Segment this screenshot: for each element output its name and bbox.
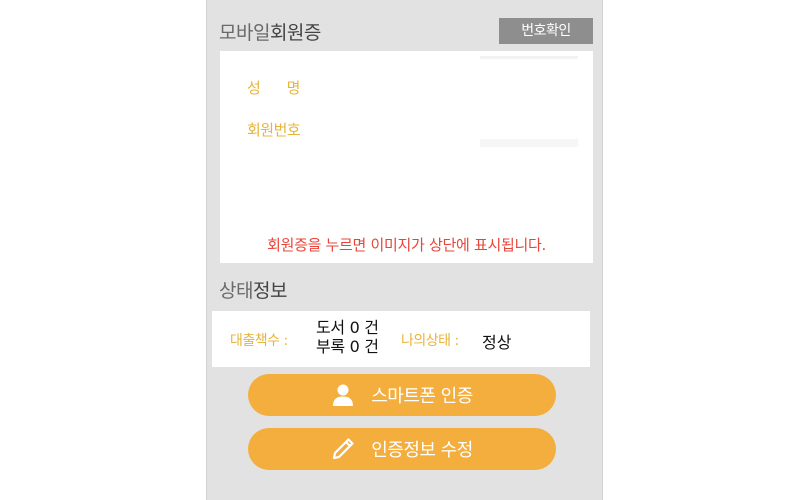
member-card[interactable]: 성 명 회원번호 회원증을 누르면 이미지가 상단에 표시됩니다. [220,51,593,263]
my-status-value: 정상 [482,333,512,352]
my-status-label: 나의상태 : [401,333,459,349]
title-light: 상태 [219,280,253,302]
card-notice: 회원증을 누르면 이미지가 상단에 표시됩니다. [267,236,546,254]
number-check-button[interactable]: 번호확인 [499,18,593,44]
member-card-panel: 모바일회원증 번호확인 성 명 회원번호 회원증을 누르면 이미지가 상단에 표… [206,0,603,500]
member-number-value-placeholder [480,139,578,147]
member-number-label: 회원번호 [247,121,301,139]
smartphone-auth-label: 스마트폰 인증 [371,386,473,407]
mobile-member-card-title: 모바일회원증 [219,18,321,45]
pencil-icon [333,438,354,460]
edit-auth-info-label: 인증정보 수정 [371,440,473,461]
smartphone-auth-button[interactable]: 스마트폰 인증 [248,374,556,416]
status-info-title: 상태정보 [219,276,287,303]
name-value-placeholder [480,56,578,59]
status-info-box: 대출책수 : 도서 0 건 부록 0 건 나의상태 : 정상 [212,311,590,367]
loan-count-label: 대출책수 : [230,333,288,349]
books-count: 도서 0 건 [316,318,379,337]
user-icon [333,384,354,406]
edit-auth-info-button[interactable]: 인증정보 수정 [248,428,556,470]
name-label: 성 명 [247,79,300,97]
loan-count-values: 도서 0 건 부록 0 건 [316,318,379,356]
appendix-count: 부록 0 건 [316,337,379,356]
title-strong: 정보 [252,280,287,302]
title-light: 모바일 [219,22,270,44]
title-strong: 회원증 [269,22,321,44]
